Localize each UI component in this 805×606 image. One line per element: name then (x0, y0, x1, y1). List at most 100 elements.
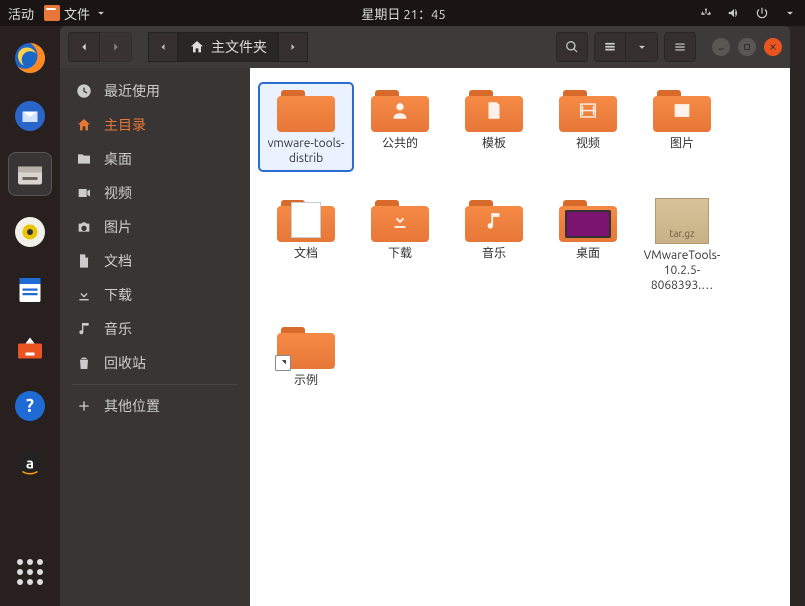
file-item[interactable]: 公共的 (354, 84, 446, 170)
maximize-button[interactable] (738, 38, 756, 56)
path-next[interactable] (278, 32, 308, 62)
folder-icon (559, 198, 617, 242)
triangle-right-icon (287, 41, 299, 53)
content-area[interactable]: vmware-tools-distrib 公共的 模板 视频图片文档 下载 音乐 桌面 VMw… (250, 68, 790, 606)
video-icon (76, 185, 92, 201)
trash-icon (76, 355, 92, 371)
sidebar-item-recent[interactable]: 最近使用 (60, 74, 250, 108)
sidebar-separator (72, 384, 238, 385)
view-options-button[interactable] (626, 32, 658, 62)
dock-files[interactable] (8, 152, 52, 196)
top-panel: 活动 文件 星期日 21：45 (0, 0, 805, 26)
path-label: 主文件夹 (211, 37, 267, 57)
camera-icon (76, 219, 92, 235)
triangle-left-icon (157, 41, 169, 53)
sidebar: 最近使用 主目录 桌面 视频 图片 文档 下载 音乐 回收站 其他位置 (60, 68, 250, 606)
plus-icon (76, 398, 92, 414)
file-item[interactable]: 桌面 (542, 194, 634, 297)
sidebar-item-downloads[interactable]: 下载 (60, 278, 250, 312)
minimize-icon (716, 42, 726, 52)
document-icon (76, 253, 92, 269)
network-icon[interactable] (699, 6, 713, 20)
volume-icon[interactable] (727, 6, 741, 20)
home-icon (189, 39, 205, 55)
file-item[interactable]: VMwareTools-10.2.5-8068393.… (636, 194, 728, 297)
file-label: 下载 (388, 246, 412, 261)
file-label: 桌面 (576, 246, 600, 261)
file-label: vmware-tools-distrib (262, 136, 350, 166)
dock-writer[interactable] (8, 268, 52, 312)
file-label: 图片 (670, 136, 694, 151)
dock: ? a (0, 26, 60, 606)
close-icon (768, 42, 778, 52)
dock-rhythmbox[interactable] (8, 210, 52, 254)
file-label: 模板 (482, 136, 506, 151)
file-item[interactable]: 视频 (542, 84, 634, 170)
path-home[interactable]: 主文件夹 (178, 32, 278, 62)
svg-text:a: a (26, 455, 34, 472)
dock-thunderbird[interactable] (8, 94, 52, 138)
sidebar-item-trash[interactable]: 回收站 (60, 346, 250, 380)
activities-button[interactable]: 活动 (8, 4, 34, 23)
file-label: 文档 (294, 246, 318, 261)
file-item[interactable]: 音乐 (448, 194, 540, 297)
sidebar-item-music[interactable]: 音乐 (60, 312, 250, 346)
power-icon[interactable] (755, 6, 769, 20)
dock-help[interactable]: ? (8, 384, 52, 428)
close-button[interactable] (764, 38, 782, 56)
folder-icon (371, 88, 429, 132)
chevron-left-icon (77, 40, 91, 54)
nav-back-forward (68, 32, 132, 62)
chevron-down-icon (94, 6, 108, 20)
file-label: 公共的 (382, 136, 418, 151)
svg-text:?: ? (26, 396, 34, 416)
folder-icon (465, 88, 523, 132)
folder-icon (277, 198, 335, 242)
file-item[interactable]: 文档 (260, 194, 352, 297)
sidebar-item-videos[interactable]: 视频 (60, 176, 250, 210)
search-button[interactable] (556, 32, 588, 62)
sidebar-item-pictures[interactable]: 图片 (60, 210, 250, 244)
file-item[interactable]: vmware-tools-distrib (260, 84, 352, 170)
file-label: 示例 (294, 373, 318, 388)
files-window: 主文件夹 最近使用 主目录 桌面 视频 图片 文档 下载 音乐 回收站 (60, 26, 790, 606)
files-app-icon (44, 5, 60, 21)
clock[interactable]: 星期日 21：45 (108, 4, 699, 23)
dock-amazon[interactable]: a (8, 442, 52, 486)
view-toggle-button[interactable] (594, 32, 626, 62)
folder-icon (559, 88, 617, 132)
hamburger-button[interactable] (664, 32, 696, 62)
dock-software[interactable] (8, 326, 52, 370)
sidebar-item-other[interactable]: 其他位置 (60, 389, 250, 423)
app-menu[interactable]: 文件 (44, 4, 108, 23)
archive-icon (655, 198, 709, 244)
file-item[interactable]: 示例 (260, 321, 352, 392)
forward-button[interactable] (100, 32, 132, 62)
search-icon (565, 40, 579, 54)
home-icon (76, 117, 92, 133)
path-prev[interactable] (148, 32, 178, 62)
hamburger-icon (673, 40, 687, 54)
folder-icon (76, 151, 92, 167)
titlebar: 主文件夹 (60, 26, 790, 68)
sidebar-item-desktop[interactable]: 桌面 (60, 142, 250, 176)
file-label: VMwareTools-10.2.5-8068393.… (638, 248, 726, 293)
chevron-down-icon (635, 40, 649, 54)
folder-icon (465, 198, 523, 242)
sidebar-item-documents[interactable]: 文档 (60, 244, 250, 278)
sidebar-item-home[interactable]: 主目录 (60, 108, 250, 142)
folder-icon (277, 88, 335, 132)
file-grid: vmware-tools-distrib 公共的 模板 视频图片文档 下载 音乐 桌面 VMw… (260, 84, 780, 392)
music-icon (76, 321, 92, 337)
chevron-down-icon[interactable] (783, 6, 797, 20)
back-button[interactable] (68, 32, 100, 62)
dock-show-apps[interactable] (8, 550, 52, 594)
dock-firefox[interactable] (8, 36, 52, 80)
file-label: 音乐 (482, 246, 506, 261)
file-item[interactable]: 模板 (448, 84, 540, 170)
clock-icon (76, 83, 92, 99)
minimize-button[interactable] (712, 38, 730, 56)
file-item[interactable]: 图片 (636, 84, 728, 170)
file-item[interactable]: 下载 (354, 194, 446, 297)
maximize-icon (742, 42, 752, 52)
